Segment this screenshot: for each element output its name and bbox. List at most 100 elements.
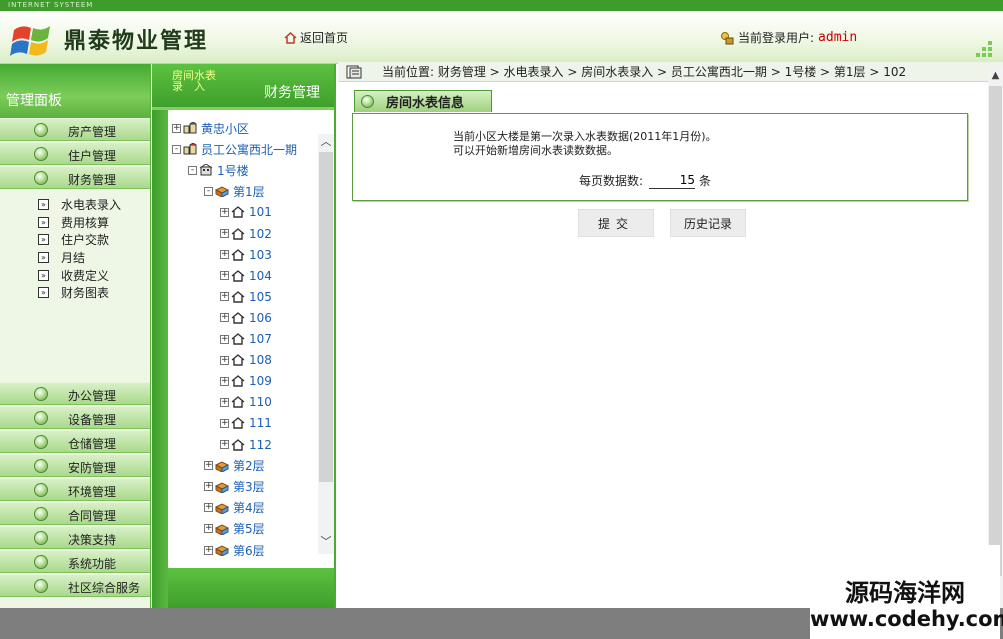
tree-tab[interactable]: 房间水表 录 入: [172, 70, 228, 92]
collapse-icon[interactable]: -: [188, 165, 197, 175]
menu-item-contract[interactable]: 合同管理: [0, 502, 150, 525]
tree-node-building[interactable]: - 1号楼: [188, 160, 249, 180]
expand-icon[interactable]: +: [220, 250, 229, 260]
tree-node-label: 黄忠小区: [201, 121, 250, 136]
tree-node-label: 101: [249, 205, 272, 220]
menu-item-system[interactable]: 系统功能: [0, 550, 150, 573]
tree-node-floor[interactable]: + 第5层: [204, 519, 265, 539]
expand-icon[interactable]: +: [204, 545, 213, 555]
expand-icon[interactable]: +: [204, 482, 213, 492]
menu-label: 社区综合服务: [68, 581, 141, 595]
tree-node-community[interactable]: - 员工公寓西北一期: [172, 139, 297, 159]
scroll-down-icon[interactable]: ﹀: [318, 534, 334, 550]
tree-node-floor[interactable]: - 第1层: [204, 181, 265, 201]
expand-icon[interactable]: +: [220, 292, 229, 302]
submenu-item-fee-definition[interactable]: » 收费定义: [38, 266, 150, 284]
collapse-icon[interactable]: -: [172, 144, 181, 154]
user-lock-icon: [721, 31, 734, 44]
menu-item-decision[interactable]: 决策支持: [0, 526, 150, 549]
expand-icon[interactable]: +: [220, 334, 229, 344]
tree-node-label: 第3层: [233, 480, 265, 495]
breadcrumb: 当前位置: 财务管理 > 水电表录入 > 房间水表录入 > 员工公寓西北一期 >…: [338, 62, 1003, 82]
submenu-item-payment[interactable]: » 住户交款: [38, 231, 150, 249]
menu-item-property[interactable]: 房产管理: [0, 118, 150, 141]
bullet-icon: [34, 531, 48, 545]
expand-icon[interactable]: +: [220, 440, 229, 449]
expand-icon[interactable]: +: [204, 503, 213, 513]
menu-item-equipment[interactable]: 设备管理: [0, 406, 150, 429]
windows-logo-icon: [10, 26, 50, 56]
menu-item-warehouse[interactable]: 仓储管理: [0, 430, 150, 453]
tree-node-floor[interactable]: + 第4层: [204, 498, 265, 518]
expand-icon[interactable]: +: [220, 271, 229, 281]
tree-footer: [168, 568, 334, 608]
tree-node-room[interactable]: +108: [220, 350, 272, 370]
main-scrollbar[interactable]: ▲: [988, 68, 1003, 608]
tree-node-floor[interactable]: + 第6层: [204, 540, 265, 560]
tree-node-room[interactable]: +101: [220, 202, 272, 222]
community-icon: [183, 122, 197, 134]
submenu-item-meter-entry[interactable]: » 水电表录入: [38, 196, 150, 214]
tree-node-label: 108: [249, 353, 272, 368]
floor-icon: [215, 461, 229, 472]
room-icon: [231, 354, 245, 366]
expand-icon[interactable]: +: [220, 313, 229, 323]
expand-icon[interactable]: +: [220, 207, 229, 217]
expand-icon[interactable]: +: [220, 229, 229, 238]
expand-icon[interactable]: +: [220, 397, 229, 407]
room-icon: [231, 417, 245, 430]
menu-item-community-service[interactable]: 社区综合服务: [0, 574, 150, 597]
tree-node-label: 111: [249, 416, 272, 431]
community-icon: [183, 143, 197, 155]
room-icon: [231, 269, 245, 282]
scroll-thumb[interactable]: [989, 86, 1002, 576]
submenu-item-finance-charts[interactable]: » 财务图表: [38, 284, 150, 302]
tree-node-room[interactable]: +110: [220, 392, 272, 412]
scroll-up-icon[interactable]: ▲: [988, 70, 1003, 84]
expand-icon[interactable]: +: [172, 123, 181, 133]
menu-item-security[interactable]: 安防管理: [0, 454, 150, 477]
tree-node-floor[interactable]: + 第3层: [204, 477, 265, 497]
watermark-line1: 源码海洋网: [845, 579, 965, 607]
menu-label: 财务管理: [68, 173, 117, 187]
arrow-box-icon: »: [38, 252, 49, 264]
room-icon: [231, 438, 245, 451]
expand-icon[interactable]: +: [220, 418, 229, 428]
menu-item-environment[interactable]: 环境管理: [0, 478, 150, 501]
tree-node-room[interactable]: +103: [220, 245, 272, 265]
history-button[interactable]: 历史记录: [670, 209, 746, 237]
collapse-icon[interactable]: -: [204, 186, 213, 196]
scroll-up-icon[interactable]: ︿: [318, 134, 334, 150]
submenu-item-fee-calc[interactable]: » 费用核算: [38, 214, 150, 232]
submenu-item-monthly-close[interactable]: » 月结: [38, 249, 150, 267]
arrow-box-icon: »: [38, 199, 49, 211]
room-icon: [231, 375, 245, 387]
menu-label: 办公管理: [68, 389, 117, 403]
tree-node-community[interactable]: + 黄忠小区: [172, 118, 249, 138]
menu-item-finance[interactable]: 财务管理: [0, 166, 150, 189]
tree-node-room[interactable]: +109: [220, 371, 272, 391]
tree-node-room[interactable]: +112: [220, 435, 272, 455]
menu-label: 仓储管理: [68, 437, 117, 451]
tree-node-room[interactable]: +104: [220, 266, 272, 286]
tree-node-room[interactable]: +107: [220, 329, 272, 349]
home-link[interactable]: 返回首页: [284, 29, 348, 46]
expand-icon[interactable]: +: [204, 461, 213, 471]
submenu-label: 月结: [61, 251, 86, 266]
expand-icon[interactable]: +: [220, 376, 229, 386]
expand-icon[interactable]: +: [204, 524, 213, 534]
menu-item-residents[interactable]: 住户管理: [0, 142, 150, 165]
expand-icon[interactable]: +: [220, 355, 229, 365]
tree-node-room[interactable]: +106: [220, 308, 272, 328]
submit-button[interactable]: 提交: [578, 209, 654, 237]
tree-scrollbar[interactable]: ︿ ﹀: [318, 134, 334, 554]
bullet-icon: [34, 459, 48, 473]
tree-node-room[interactable]: +105: [220, 287, 272, 307]
per-page-input[interactable]: [649, 172, 696, 189]
tree-node-room[interactable]: +102: [220, 224, 272, 244]
tree-node-room[interactable]: +111: [220, 413, 272, 433]
tree-node-label: 106: [249, 310, 272, 325]
scroll-thumb[interactable]: [319, 152, 333, 482]
tree-node-floor[interactable]: + 第2层: [204, 456, 265, 476]
menu-item-office[interactable]: 办公管理: [0, 382, 150, 405]
